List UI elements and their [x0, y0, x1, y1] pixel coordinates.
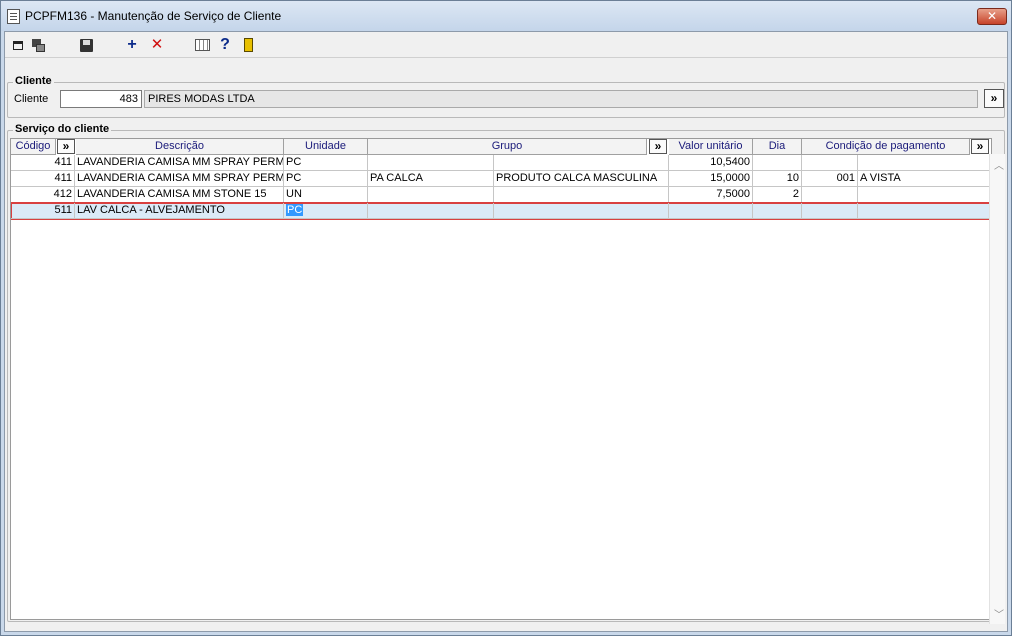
delete-icon[interactable]: ✕	[148, 36, 166, 54]
cliente-group-label: Cliente	[13, 75, 54, 87]
vertical-scrollbar[interactable]: ︿ ﹀	[989, 154, 1005, 624]
cliente-code-field[interactable]: 483	[60, 90, 142, 108]
cell-valor[interactable]: 7,5000	[669, 187, 753, 203]
table-row[interactable]: 411 LAVANDERIA CAMISA MM SPRAY PERMAN PC…	[11, 155, 991, 171]
servico-grid: Código » Descrição Unidade Grupo » Valor…	[10, 138, 992, 620]
table-row[interactable]: 412 LAVANDERIA CAMISA MM STONE 15 UN 7,5…	[11, 187, 991, 203]
chevron-up-icon[interactable]: ︿	[994, 157, 1004, 172]
calculator-icon[interactable]	[193, 36, 211, 54]
cell-descricao[interactable]: LAVANDERIA CAMISA MM STONE 15	[75, 187, 284, 203]
column-header-unidade[interactable]: Unidade	[284, 139, 368, 155]
copy-icon[interactable]	[29, 36, 47, 54]
cell-grupo-descricao[interactable]	[494, 203, 669, 219]
cell-grupo-descricao[interactable]: PRODUTO CALCA MASCULINA	[494, 171, 669, 187]
column-header-codigo[interactable]: Código	[11, 139, 56, 155]
column-header-condicao[interactable]: Condição de pagamento	[802, 139, 970, 155]
column-header-grupo[interactable]: Grupo	[368, 139, 647, 155]
selected-text[interactable]: PC	[286, 204, 304, 216]
cliente-label: Cliente	[14, 93, 49, 105]
cell-codigo[interactable]: 412	[11, 187, 75, 203]
save-icon[interactable]	[77, 36, 95, 54]
cell-grupo-codigo[interactable]	[368, 187, 494, 203]
cell-grupo-descricao[interactable]	[494, 187, 669, 203]
exit-icon[interactable]	[239, 36, 257, 54]
cell-grupo-codigo[interactable]	[368, 155, 494, 171]
cell-dia[interactable]: 10	[753, 171, 802, 187]
cell-condicao-descricao[interactable]	[858, 203, 991, 219]
export-icon[interactable]	[9, 36, 27, 54]
cell-grupo-descricao[interactable]	[494, 155, 669, 171]
help-icon[interactable]: ?	[216, 36, 234, 54]
codigo-expand-button[interactable]: »	[57, 139, 75, 154]
cell-dia[interactable]	[753, 155, 802, 171]
cell-unidade[interactable]: UN	[284, 187, 368, 203]
cell-unidade[interactable]: PC	[284, 171, 368, 187]
column-header-dia[interactable]: Dia	[753, 139, 802, 155]
cell-codigo[interactable]: 411	[11, 171, 75, 187]
window-title: PCPFM136 - Manutenção de Serviço de Clie…	[25, 9, 282, 23]
cell-condicao-descricao[interactable]: A VISTA	[858, 171, 991, 187]
cell-condicao-codigo[interactable]: 001	[802, 171, 858, 187]
cell-valor[interactable]: 15,0000	[669, 171, 753, 187]
cell-valor[interactable]	[669, 203, 753, 219]
column-header-valor[interactable]: Valor unitário	[669, 139, 753, 155]
column-header-descricao[interactable]: Descrição	[76, 139, 284, 155]
cell-condicao-codigo[interactable]	[802, 187, 858, 203]
cliente-group: Cliente Cliente 483 PIRES MODAS LTDA »	[7, 75, 1005, 118]
cliente-expand-button[interactable]: »	[984, 89, 1004, 108]
grupo-expand-button[interactable]: »	[649, 139, 667, 154]
toolbar: + ✕ ?	[5, 32, 1007, 58]
title-bar[interactable]: PCPFM136 - Manutenção de Serviço de Clie…	[1, 1, 1011, 31]
cell-unidade[interactable]: PC	[284, 155, 368, 171]
cell-unidade-editing[interactable]: PC	[284, 203, 368, 219]
cell-descricao[interactable]: LAV CALCA - ALVEJAMENTO	[75, 203, 284, 219]
cell-condicao-codigo[interactable]	[802, 155, 858, 171]
cell-codigo[interactable]: 411	[11, 155, 75, 171]
cell-condicao-codigo[interactable]	[802, 203, 858, 219]
cell-codigo[interactable]: 511	[11, 203, 75, 219]
cell-dia[interactable]: 2	[753, 187, 802, 203]
cell-valor[interactable]: 10,5400	[669, 155, 753, 171]
add-icon[interactable]: +	[123, 36, 141, 54]
chevron-down-icon[interactable]: ﹀	[994, 606, 1004, 621]
cell-descricao[interactable]: LAVANDERIA CAMISA MM SPRAY PERMAN	[75, 155, 284, 171]
cliente-name-field: PIRES MODAS LTDA	[144, 90, 978, 108]
close-button[interactable]: ✕	[977, 8, 1007, 25]
servico-group-label: Serviço do cliente	[13, 123, 112, 135]
table-row-selected[interactable]: 511 LAV CALCA - ALVEJAMENTO PC	[11, 202, 991, 220]
cell-condicao-descricao[interactable]	[858, 155, 991, 171]
cell-grupo-codigo[interactable]: PA CALCA	[368, 171, 494, 187]
table-row[interactable]: 411 LAVANDERIA CAMISA MM SPRAY PERMAN PC…	[11, 171, 991, 187]
client-area: + ✕ ? Cliente Cliente 483 PIRES MODAS LT…	[4, 31, 1008, 632]
application-window: PCPFM136 - Manutenção de Serviço de Clie…	[0, 0, 1012, 636]
cell-dia[interactable]	[753, 203, 802, 219]
document-icon	[7, 9, 20, 24]
condicao-expand-button[interactable]: »	[971, 139, 989, 154]
cell-condicao-descricao[interactable]	[858, 187, 991, 203]
cell-descricao[interactable]: LAVANDERIA CAMISA MM SPRAY PERMAN	[75, 171, 284, 187]
cell-grupo-codigo[interactable]	[368, 203, 494, 219]
